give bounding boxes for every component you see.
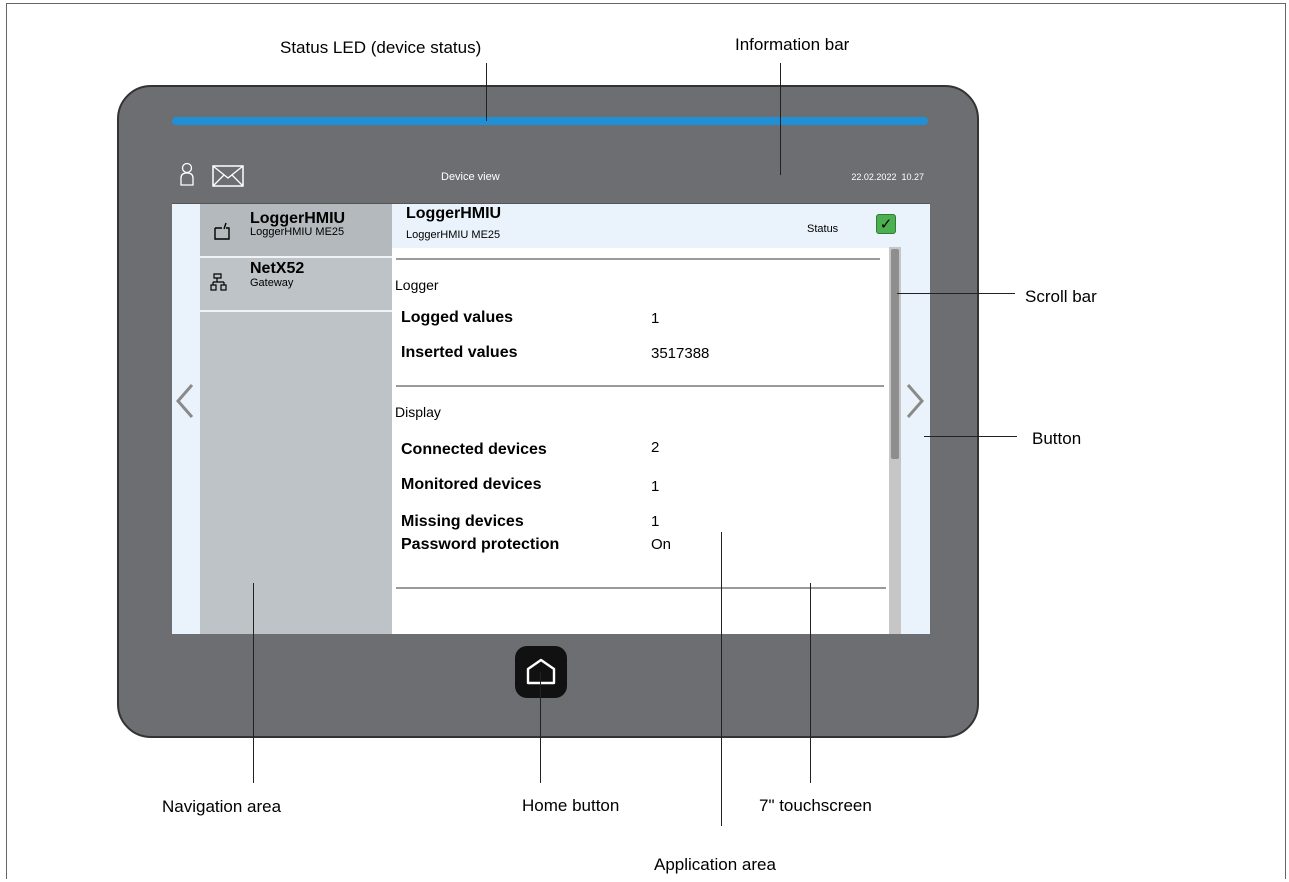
- divider: [396, 385, 884, 387]
- callout-information-bar: Information bar: [735, 35, 850, 54]
- user-icon[interactable]: [179, 162, 195, 186]
- row-label: Connected devices: [401, 441, 547, 458]
- leader-line: [486, 63, 487, 121]
- callout-home-button: Home button: [522, 796, 620, 815]
- nav-item-title: NetX52: [250, 260, 305, 277]
- row-value: 2: [651, 439, 660, 456]
- info-bar-date: 22.02.2022: [851, 172, 897, 182]
- callout-application-area: Application area: [654, 855, 776, 874]
- nav-item-subtitle: Gateway: [250, 277, 294, 289]
- application-area: LoggerHMIU LoggerHMIU ME25 Status ✓ Logg…: [392, 204, 930, 634]
- callout-navigation-area: Navigation area: [162, 797, 282, 816]
- previous-button[interactable]: [175, 383, 195, 419]
- row-label: Monitored devices: [401, 476, 542, 493]
- info-bar-title: Device view: [441, 171, 500, 183]
- home-button[interactable]: [515, 646, 567, 698]
- row-value: 1: [651, 513, 660, 530]
- info-bar-time: 10.27: [901, 172, 924, 182]
- callout-button: Button: [1032, 429, 1082, 448]
- device-title: LoggerHMIU: [406, 205, 502, 222]
- device-icon: [214, 222, 230, 240]
- information-bar: Device view 22.02.2022 10.27: [172, 151, 930, 204]
- leader-line: [253, 583, 254, 783]
- row-label: Missing devices: [401, 513, 524, 530]
- status-led: [172, 117, 928, 125]
- row-value: On: [651, 536, 672, 553]
- nav-item-netx52[interactable]: NetX52 Gateway: [200, 258, 392, 312]
- leader-line: [897, 293, 1015, 294]
- row-label: Logged values: [401, 309, 514, 326]
- home-icon: [526, 658, 556, 685]
- section-title-logger: Logger: [395, 277, 439, 293]
- info-bar-datetime: 22.02.2022 10.27: [851, 172, 924, 182]
- divider: [396, 587, 886, 589]
- leader-line: [721, 532, 722, 826]
- callout-status-led: Status LED (device status): [280, 38, 482, 57]
- envelope-icon[interactable]: [212, 165, 244, 187]
- scroll-thumb[interactable]: [891, 249, 899, 459]
- nav-item-loggerhmiu[interactable]: LoggerHMIU LoggerHMIU ME25: [200, 204, 392, 258]
- application-header: LoggerHMIU LoggerHMIU ME25 Status ✓: [392, 204, 930, 248]
- leader-line: [780, 63, 781, 175]
- divider: [396, 258, 880, 260]
- touchscreen[interactable]: Device view 22.02.2022 10.27 LoggerHMIU …: [172, 151, 930, 634]
- next-button[interactable]: [905, 383, 925, 419]
- status-label: Status: [807, 223, 839, 235]
- row-label: Inserted values: [401, 344, 518, 361]
- network-icon: [210, 273, 227, 291]
- navigation-area: LoggerHMIU LoggerHMIU ME25 NetX52 Gatewa…: [200, 204, 392, 634]
- leader-line: [540, 672, 541, 783]
- section-title-display: Display: [395, 404, 441, 420]
- device-subtitle: LoggerHMIU ME25: [406, 229, 501, 241]
- row-label: Password protection: [401, 536, 560, 553]
- callout-touchscreen: 7" touchscreen: [759, 796, 872, 815]
- leader-line: [924, 436, 1017, 437]
- callout-scroll-bar: Scroll bar: [1025, 287, 1097, 306]
- row-value: 1: [651, 310, 660, 327]
- leader-line: [810, 583, 811, 783]
- row-value: 1: [651, 478, 660, 495]
- nav-item-subtitle: LoggerHMIU ME25: [250, 226, 345, 238]
- row-value: 3517388: [651, 345, 710, 362]
- checkmark-icon: ✓: [876, 214, 896, 234]
